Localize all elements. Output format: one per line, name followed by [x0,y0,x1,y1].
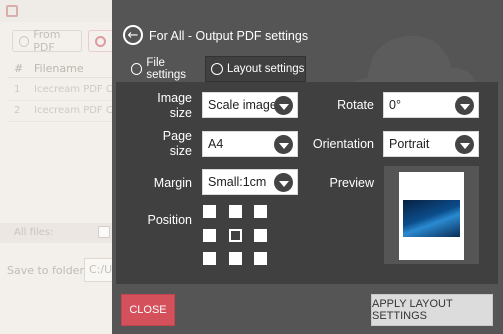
apply-layout-settings-button[interactable]: APPLY LAYOUT SETTINGS [371,294,493,326]
close-button[interactable]: CLOSE [121,294,175,326]
layout-icon [211,63,223,75]
rotate-value: 0° [389,98,401,112]
page-size-label-line2: size [169,144,192,158]
image-size-label: Image size [140,91,192,121]
rotate-label: Rotate [337,98,374,112]
margin-label: Margin [153,176,192,190]
image-size-label-line1: Image [157,91,192,105]
image-size-label-line2: size [169,106,192,120]
chevron-down-icon [274,96,293,115]
tab-layout-settings-label: Layout settings [227,63,305,75]
page-preview [384,166,479,264]
document-icon [131,63,143,75]
rotate-select[interactable]: 0° [383,92,479,118]
position-top-center[interactable] [229,205,242,218]
tab-layout-settings[interactable]: Layout settings [205,56,306,82]
position-bottom-right[interactable] [254,252,267,265]
position-label: Position [147,213,192,227]
preview-label: Preview [329,176,374,190]
position-top-right[interactable] [254,205,267,218]
orientation-select[interactable]: Portrait [383,131,479,157]
orientation-label: Orientation [312,137,374,151]
back-arrow-icon[interactable]: ← [123,25,143,45]
page-size-select[interactable]: A4 [202,131,298,157]
page-size-label: Page size [140,129,192,159]
panel-title: For All - Output PDF settings [149,29,309,43]
margin-select[interactable]: Small:1cm [202,169,298,195]
position-grid [203,205,269,267]
position-center[interactable] [229,229,242,242]
preview-image [403,200,460,237]
preview-page [399,172,464,260]
position-top-left[interactable] [203,205,216,218]
position-middle-left[interactable] [203,229,216,242]
position-bottom-left[interactable] [203,252,216,265]
page-size-label-line1: Page [162,129,192,143]
tab-file-settings[interactable]: File settings [128,56,204,82]
image-size-value: Scale image [208,98,277,112]
position-middle-right[interactable] [254,229,267,242]
orientation-value: Portrait [389,137,430,151]
chevron-down-icon [455,135,474,154]
position-bottom-center[interactable] [229,252,242,265]
tab-file-settings-label: File settings [146,57,187,81]
chevron-down-icon [274,135,293,154]
chevron-down-icon [455,96,474,115]
page-size-value: A4 [208,137,224,151]
chevron-down-icon [274,173,293,192]
image-size-select[interactable]: Scale image [202,92,298,118]
margin-value: Small:1cm [208,175,267,189]
